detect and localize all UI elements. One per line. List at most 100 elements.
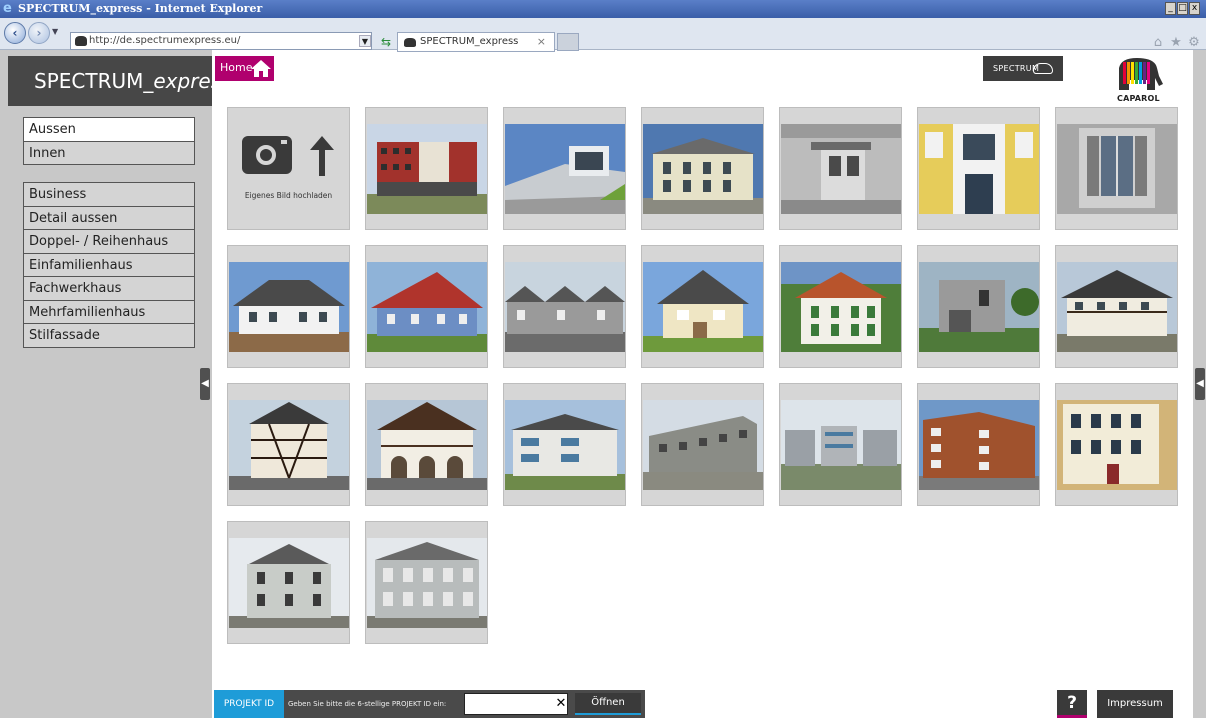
- settings-gear-icon[interactable]: ⚙: [1186, 35, 1202, 51]
- gallery-tile-stilfassade-cream[interactable]: [1055, 383, 1178, 506]
- site-favicon-icon: [75, 36, 87, 46]
- gallery-tile-fachwerk-tall[interactable]: [227, 383, 350, 506]
- cloud-icon: [1033, 63, 1053, 74]
- photo-thumbnail: [781, 124, 901, 214]
- gallery-tile-cream-family-house[interactable]: [641, 245, 764, 368]
- gallery-tile-apartment-complex[interactable]: [779, 383, 902, 506]
- gallery-tile-detail-entrance-canopy[interactable]: [779, 107, 902, 230]
- photo-thumbnail: [919, 262, 1039, 352]
- upload-image-tile[interactable]: Eigenes Bild hochladen: [227, 107, 350, 230]
- back-icon[interactable]: ‹: [4, 22, 26, 44]
- location-menu: Aussen Innen: [23, 117, 195, 165]
- new-tab-button[interactable]: [557, 33, 579, 51]
- photo-thumbnail: [781, 262, 901, 352]
- upload-arrow-icon: [310, 136, 334, 176]
- gallery-tile-detail-grey-window[interactable]: [1055, 107, 1178, 230]
- address-bar[interactable]: http://de.spectrumexpress.eu/: [70, 32, 372, 50]
- favorites-star-icon[interactable]: ★: [1168, 35, 1184, 51]
- projekt-id-bar: PROJEKT ID Geben Sie bitte die 6-stellig…: [214, 690, 645, 718]
- maximize-icon[interactable]: □: [1177, 2, 1188, 15]
- gallery-tile-grey-cube-house[interactable]: [917, 245, 1040, 368]
- sidebar-item-stilfassade[interactable]: Stilfassade: [23, 323, 195, 348]
- gallery-tile-stilfassade-grey-townhouse[interactable]: [365, 521, 488, 644]
- photo-thumbnail: [919, 124, 1039, 214]
- impressum-button[interactable]: Impressum: [1097, 690, 1173, 718]
- address-text: http://de.spectrumexpress.eu/: [89, 35, 241, 46]
- photo-thumbnail: [367, 538, 487, 628]
- refresh-icon[interactable]: ⇆: [378, 35, 394, 50]
- browser-navbar: ‹ › ▼ http://de.spectrumexpress.eu/ ▼ ⇆ …: [0, 18, 1206, 52]
- gallery-tile-apartment-block-blue[interactable]: [503, 383, 626, 506]
- tab-title: SPECTRUM_express: [420, 36, 519, 47]
- camera-icon: [242, 136, 292, 174]
- forward-icon[interactable]: ›: [28, 22, 50, 44]
- window-title: SPECTRUM_express - Internet Explorer: [18, 2, 263, 15]
- sidebar: SPECTRUM_express Aussen Innen Business D…: [0, 50, 232, 718]
- gallery-tile-modern-cube-building[interactable]: [503, 107, 626, 230]
- sidebar-item-aussen[interactable]: Aussen: [23, 117, 195, 142]
- category-menu: Business Detail aussen Doppel- / Reihenh…: [23, 182, 195, 348]
- history-dropdown-icon[interactable]: ▼: [52, 27, 58, 36]
- photo-thumbnail: [643, 262, 763, 352]
- clear-input-icon[interactable]: ✕: [552, 693, 570, 715]
- sidebar-item-mehrfamilienhaus[interactable]: Mehrfamilienhaus: [23, 299, 195, 324]
- open-project-button[interactable]: Öffnen: [575, 693, 641, 715]
- right-panel-strip: ◀: [1193, 50, 1206, 718]
- photo-thumbnail: [229, 400, 349, 490]
- photo-thumbnail: [505, 124, 625, 214]
- address-dropdown-icon[interactable]: ▼: [359, 35, 371, 47]
- close-tab-icon[interactable]: ×: [537, 33, 546, 51]
- home-label: Home: [220, 61, 253, 74]
- gallery-tile-white-semi-detached[interactable]: [227, 245, 350, 368]
- gallery-tile-half-timbered-house[interactable]: [1055, 245, 1178, 368]
- sidebar-item-doppel-reihenhaus[interactable]: Doppel- / Reihenhaus: [23, 229, 195, 254]
- photo-thumbnail: [919, 400, 1039, 490]
- gallery-tile-commercial-red-building[interactable]: [365, 107, 488, 230]
- photo-thumbnail: [367, 124, 487, 214]
- caparol-elephant-icon: [1119, 58, 1163, 90]
- expand-right-panel-icon[interactable]: ◀: [1195, 368, 1205, 400]
- gallery-tile-white-villa-green-shutters[interactable]: [779, 245, 902, 368]
- photo-thumbnail: [1057, 400, 1177, 490]
- photo-thumbnail: [781, 400, 901, 490]
- photo-thumbnail: [229, 262, 349, 352]
- house-icon: [251, 60, 271, 77]
- photo-thumbnail: [505, 262, 625, 352]
- projekt-id-hint: Geben Sie bitte die 6-stellige PROJEKT I…: [288, 700, 447, 708]
- gallery-tile-fachwerk-arches[interactable]: [365, 383, 488, 506]
- ie-logo-icon: e: [3, 1, 12, 16]
- sidebar-item-business[interactable]: Business: [23, 182, 195, 207]
- app-brand: SPECTRUM_express: [8, 56, 232, 106]
- brand-prefix: SPECTRUM_: [34, 69, 154, 93]
- spectrum-logo: SPECTRUM: [983, 56, 1063, 81]
- tab-favicon-icon: [404, 38, 416, 47]
- sidebar-item-innen[interactable]: Innen: [23, 140, 195, 165]
- sidebar-item-detail-aussen[interactable]: Detail aussen: [23, 205, 195, 230]
- photo-thumbnail: [1057, 124, 1177, 214]
- close-window-icon[interactable]: x: [1189, 2, 1200, 15]
- minimize-icon[interactable]: _: [1165, 2, 1176, 15]
- browser-tab[interactable]: SPECTRUM_express ×: [397, 32, 555, 52]
- gallery-tile-blue-house-red-roof[interactable]: [365, 245, 488, 368]
- photo-thumbnail: [643, 400, 763, 490]
- gallery-tile-brick-apartments[interactable]: [917, 383, 1040, 506]
- gallery-tile-apartment-block-grey[interactable]: [641, 383, 764, 506]
- gallery-tile-detail-yellow-facade-door[interactable]: [917, 107, 1040, 230]
- photo-thumbnail: [367, 262, 487, 352]
- projekt-id-tag: PROJEKT ID: [214, 690, 284, 718]
- photo-thumbnail: [229, 538, 349, 628]
- sidebar-item-einfamilienhaus[interactable]: Einfamilienhaus: [23, 252, 195, 277]
- help-button[interactable]: ?: [1057, 690, 1087, 718]
- photo-thumbnail: [505, 400, 625, 490]
- home-button[interactable]: Home: [215, 56, 274, 81]
- photo-thumbnail: [1057, 262, 1177, 352]
- home-browser-icon[interactable]: ⌂: [1150, 35, 1166, 51]
- gallery-tile-stilfassade-grey-villa[interactable]: [227, 521, 350, 644]
- window-titlebar: e SPECTRUM_express - Internet Explorer _…: [0, 0, 1206, 18]
- collapse-sidebar-icon[interactable]: ◀: [200, 368, 210, 400]
- sidebar-item-fachwerkhaus[interactable]: Fachwerkhaus: [23, 276, 195, 301]
- gallery-tile-classic-white-house[interactable]: [641, 107, 764, 230]
- photo-thumbnail: [367, 400, 487, 490]
- gallery-tile-grey-row-houses[interactable]: [503, 245, 626, 368]
- caparol-logo-text: CAPAROL: [1117, 94, 1160, 103]
